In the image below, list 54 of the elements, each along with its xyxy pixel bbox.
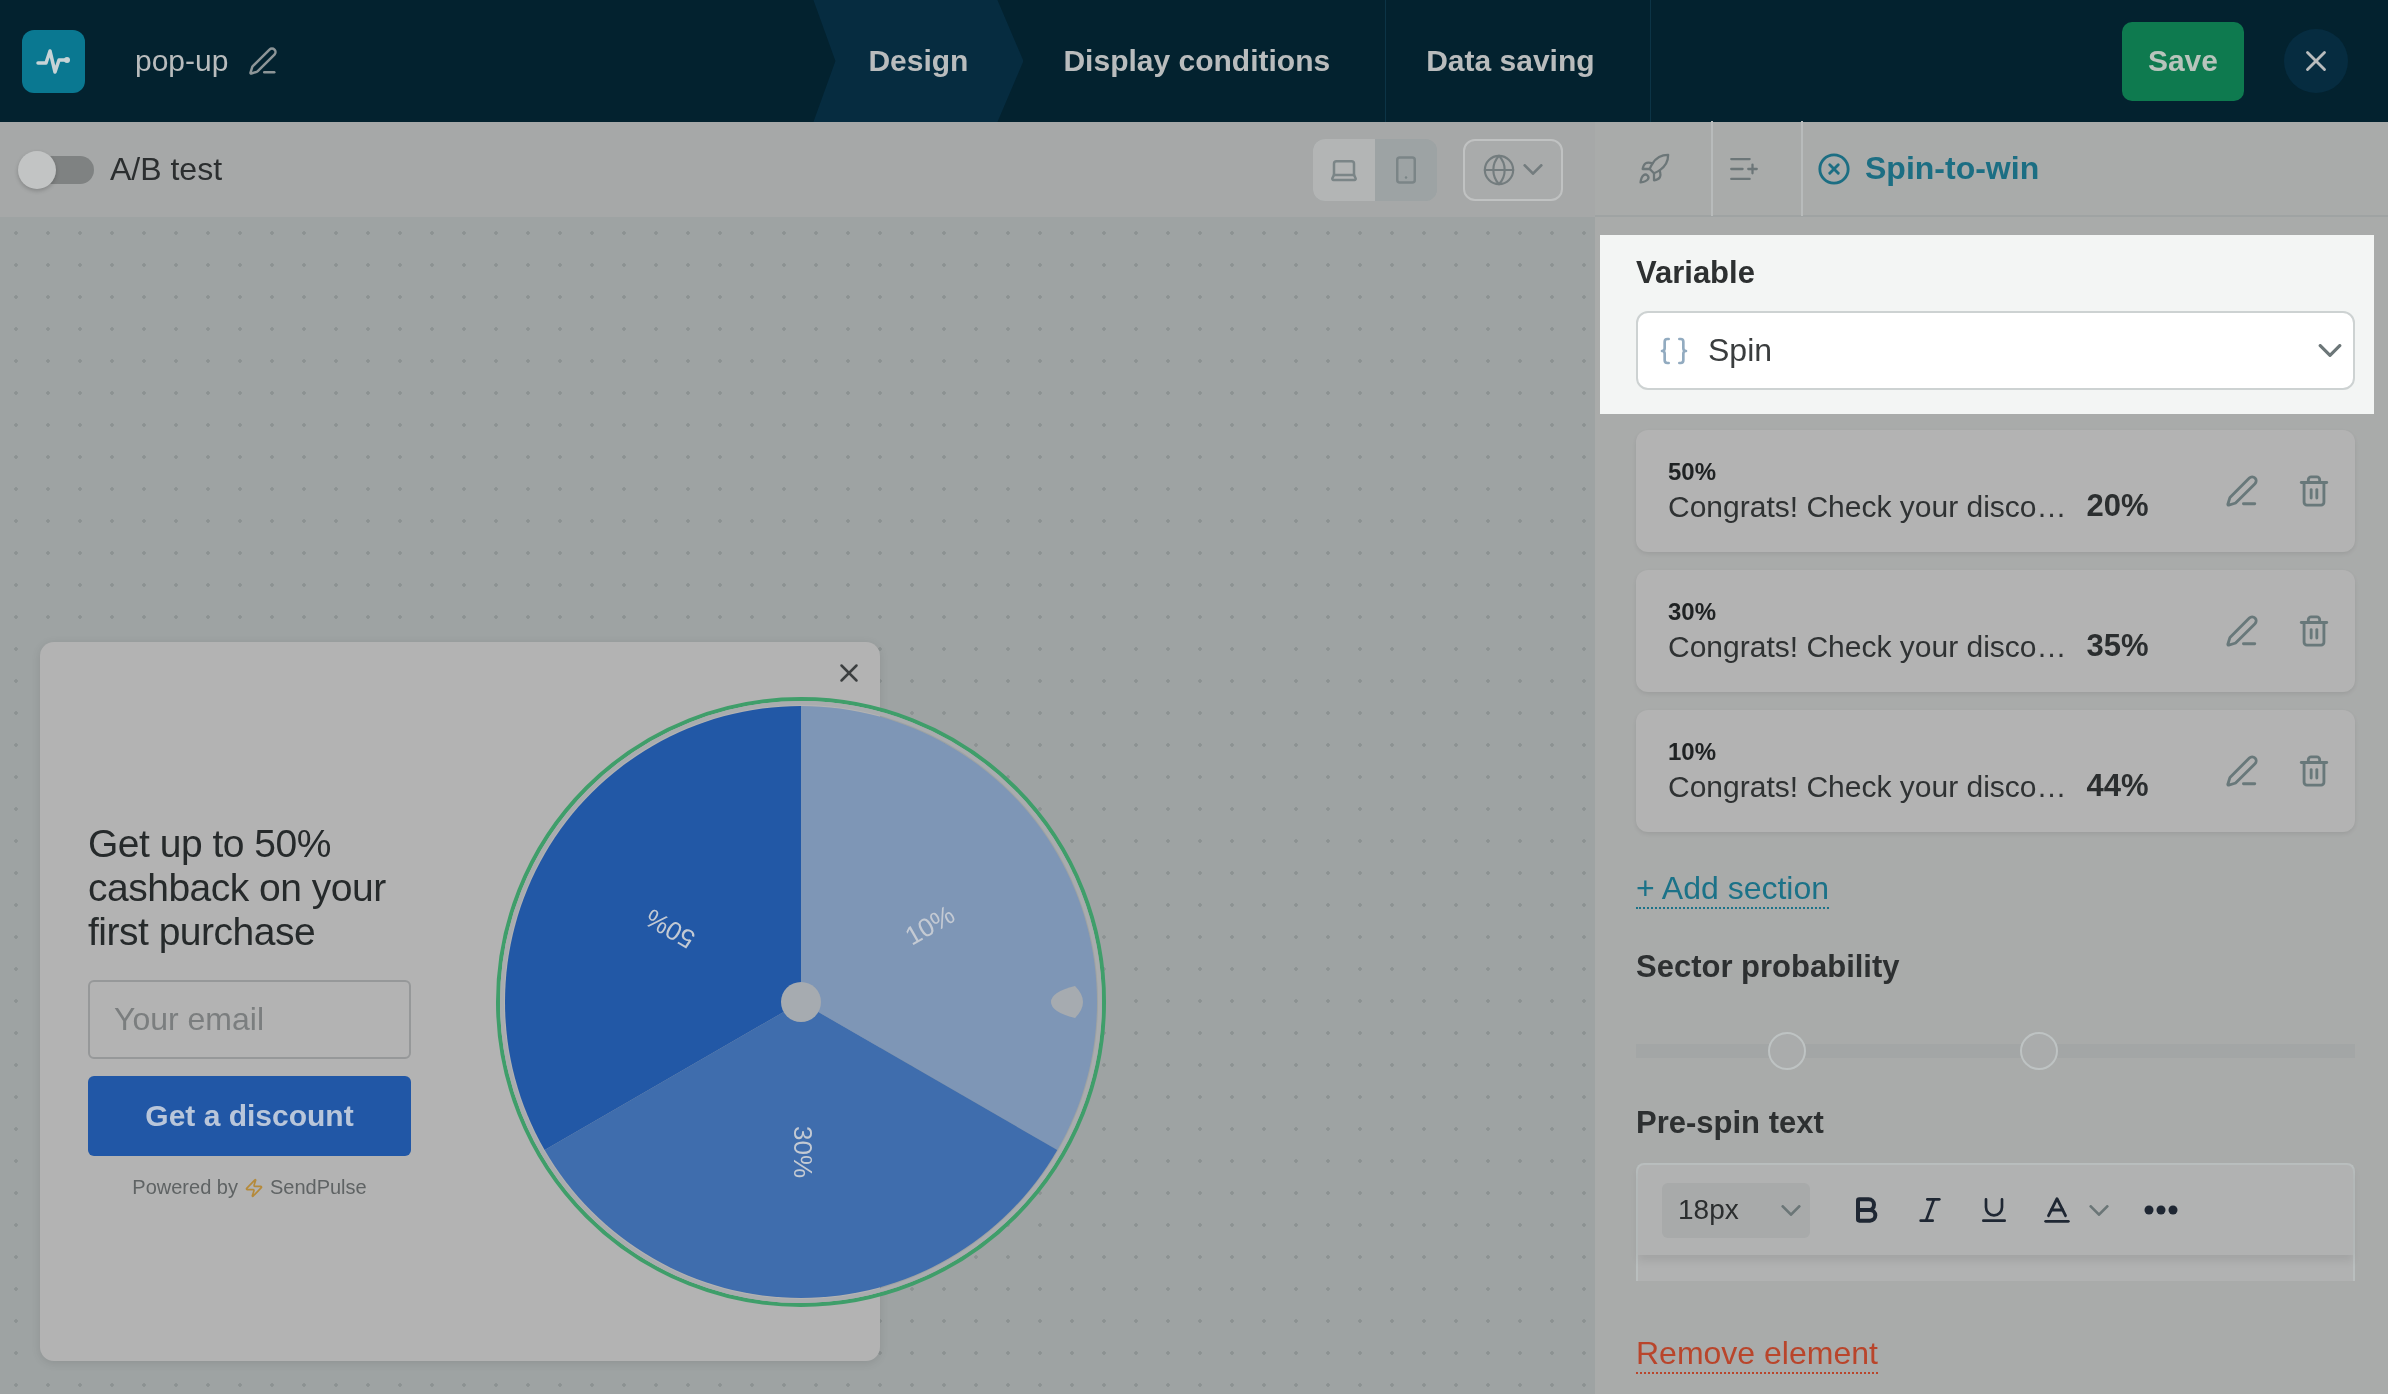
- popup-name: pop-up: [135, 44, 229, 78]
- popup-heading: Get up to 50% cashback on your first purchase: [88, 822, 387, 954]
- email-field[interactable]: Your email: [88, 980, 411, 1059]
- app-logo[interactable]: [22, 29, 85, 93]
- discount-button[interactable]: Get a discount: [88, 1076, 411, 1156]
- slider-handle[interactable]: [1768, 1032, 1806, 1070]
- trash-icon: [2297, 754, 2331, 788]
- chevron-down-icon: [2088, 1204, 2110, 1216]
- edit-icon: [2225, 754, 2259, 788]
- wheel-pointer: [1051, 986, 1083, 1018]
- powered-by-text: Powered by: [132, 1176, 238, 1199]
- variable-value: Spin: [1708, 332, 1774, 369]
- ab-test-toggle[interactable]: [18, 149, 94, 190]
- step-tab[interactable]: Design: [813, 0, 1024, 122]
- variable-label: Variable: [1636, 255, 1756, 291]
- section-title: 30%: [1668, 598, 1718, 626]
- section-probability: 44%: [2086, 768, 2149, 804]
- more-button[interactable]: [2144, 1205, 2178, 1215]
- sector-label: 10%: [899, 899, 960, 952]
- more-icon: [2144, 1205, 2178, 1215]
- wheel-center: [781, 982, 821, 1022]
- edit-icon[interactable]: [248, 46, 279, 76]
- language-dropdown[interactable]: [1463, 138, 1563, 201]
- section-probability: 35%: [2086, 628, 2149, 664]
- slider-handle[interactable]: [2019, 1032, 2058, 1070]
- chevron-down-icon: [2317, 344, 2343, 357]
- brand-name: SendPulse: [269, 1176, 367, 1199]
- panel-title: Spin-to-win: [1865, 150, 2040, 187]
- rocket-icon[interactable]: [1637, 151, 1671, 186]
- device-button[interactable]: [1313, 138, 1375, 201]
- pre-spin-label: Pre-spin text: [1636, 1105, 1825, 1141]
- chevron-down-icon: [1780, 1204, 1802, 1216]
- sector-label: 50%: [640, 902, 701, 955]
- section-text: Congrats! Check your disco…: [1668, 770, 2067, 804]
- section-title: 50%: [1668, 458, 1718, 486]
- edit-icon: [2225, 474, 2259, 508]
- globe-icon: [1482, 152, 1516, 187]
- chevron-down-icon: [1522, 164, 1544, 175]
- save-button[interactable]: Save: [2121, 21, 2244, 101]
- edit-icon: [2225, 614, 2259, 648]
- section-probability: 20%: [2086, 488, 2149, 524]
- lightning-icon: [243, 1177, 264, 1198]
- section-title: 10%: [1668, 738, 1718, 766]
- sector-label: 30%: [788, 1126, 819, 1178]
- section-text: Congrats! Check your disco…: [1668, 490, 2067, 524]
- sector-probability-label: Sector probability: [1636, 949, 1901, 985]
- font-size-select[interactable]: 18px: [1662, 1182, 1810, 1238]
- variable-select[interactable]: Spin: [1636, 311, 2355, 390]
- section-text: Congrats! Check your disco…: [1668, 630, 2067, 664]
- text-editor[interactable]: 18px: [1636, 1163, 2355, 1281]
- ab-test-label: A/B test: [110, 151, 223, 188]
- trash-icon: [2297, 614, 2331, 648]
- trash-icon: [2297, 474, 2331, 508]
- pulse-icon: [35, 46, 72, 76]
